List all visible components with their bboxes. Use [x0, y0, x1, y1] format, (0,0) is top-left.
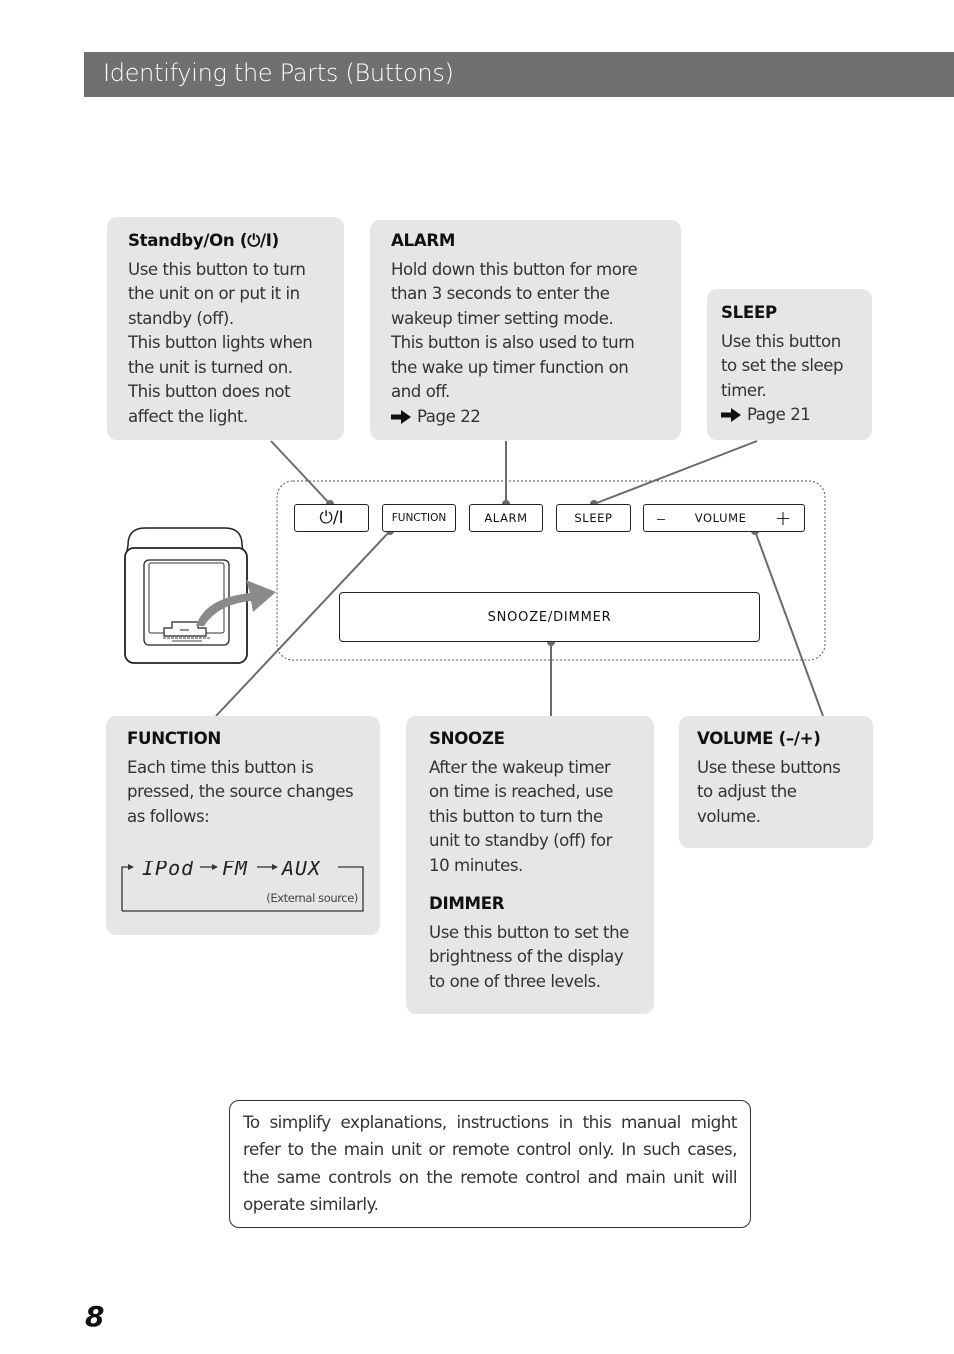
- volume-button[interactable]: – VOLUME +: [643, 504, 805, 532]
- callout-dimmer-title: DIMMER: [429, 894, 505, 913]
- alarm-page-reference: Page 22: [391, 405, 673, 430]
- callout-alarm: ALARM Hold down this button for more tha…: [370, 220, 681, 440]
- source-aux: AUX: [280, 861, 322, 880]
- volume-minus-button[interactable]: –: [656, 506, 667, 530]
- sleep-page-ref-text: Page 21: [747, 405, 811, 424]
- right-arrow-icon: [721, 408, 741, 423]
- source-ipod: IPod: [142, 861, 194, 880]
- sleep-button-label: SLEEP: [574, 511, 613, 525]
- callout-snooze-text: After the wakeup timer on time is reache…: [429, 757, 614, 875]
- section-header-bar: Identifying the Parts (Buttons): [84, 52, 954, 97]
- standby-on-button[interactable]: ⏻/I: [294, 504, 369, 532]
- callout-standby-title: Standby/On (⏻/I): [128, 231, 279, 250]
- sleep-page-reference: Page 21: [721, 403, 866, 428]
- callout-snooze-title: SNOOZE: [429, 729, 505, 748]
- callout-dimmer-text: Use this button to set the brightness of…: [429, 922, 629, 991]
- function-button-label: FUNCTION: [391, 512, 447, 524]
- volume-button-label: VOLUME: [694, 511, 747, 525]
- callout-function: FUNCTION Each time this button is presse…: [106, 716, 380, 935]
- callout-snooze-dimmer: SNOOZE After the wakeup timer on time is…: [406, 716, 654, 1014]
- callout-volume-text: Use these buttons to adjust the volume.: [697, 757, 841, 826]
- snooze-dimmer-button[interactable]: SNOOZE/DIMMER: [339, 592, 760, 642]
- callout-sleep-title: SLEEP: [721, 303, 777, 322]
- sleep-button[interactable]: SLEEP: [556, 504, 631, 532]
- callout-standby: Standby/On (⏻/I) Use this button to turn…: [107, 217, 344, 440]
- right-arrow-icon: [391, 409, 411, 424]
- function-button[interactable]: FUNCTION: [382, 504, 456, 532]
- callout-alarm-title: ALARM: [391, 231, 456, 250]
- alarm-page-ref-text: Page 22: [417, 406, 481, 426]
- source-fm: FM: [222, 861, 248, 880]
- callout-function-text: Each time this button is pressed, the so…: [127, 757, 354, 826]
- leader-volume: [754, 530, 824, 717]
- alarm-button-label: ALARM: [484, 511, 528, 525]
- page-number: 8: [85, 1300, 105, 1333]
- volume-plus-button[interactable]: +: [775, 506, 792, 530]
- note-box: To simplify explanations, instructions i…: [229, 1100, 751, 1228]
- page-title: Identifying the Parts (Buttons): [103, 59, 454, 87]
- leader-lines: [215, 440, 824, 717]
- alarm-button[interactable]: ALARM: [469, 504, 543, 532]
- callout-sleep: SLEEP Use this button to set the sleep t…: [707, 289, 872, 440]
- callout-sleep-text: Use this button to set the sleep timer.: [721, 331, 844, 400]
- callout-volume-title: VOLUME (–/+): [697, 729, 821, 748]
- callout-standby-text: Use this button to turn the unit on or p…: [128, 259, 313, 426]
- external-source-note: (External source): [266, 891, 358, 905]
- leader-standby: [270, 440, 331, 505]
- callout-function-title: FUNCTION: [127, 729, 221, 748]
- standby-button-label: ⏻/I: [319, 508, 344, 528]
- callout-volume: VOLUME (–/+) Use these buttons to adjust…: [679, 716, 873, 848]
- callout-alarm-text: Hold down this button for more than 3 se…: [391, 259, 638, 402]
- note-text: To simplify explanations, instructions i…: [243, 1112, 738, 1214]
- snooze-dimmer-button-label: SNOOZE/DIMMER: [487, 609, 612, 625]
- leader-sleep: [593, 440, 758, 505]
- unit-illustration: [124, 527, 276, 664]
- zoom-arrow-icon: [196, 580, 276, 626]
